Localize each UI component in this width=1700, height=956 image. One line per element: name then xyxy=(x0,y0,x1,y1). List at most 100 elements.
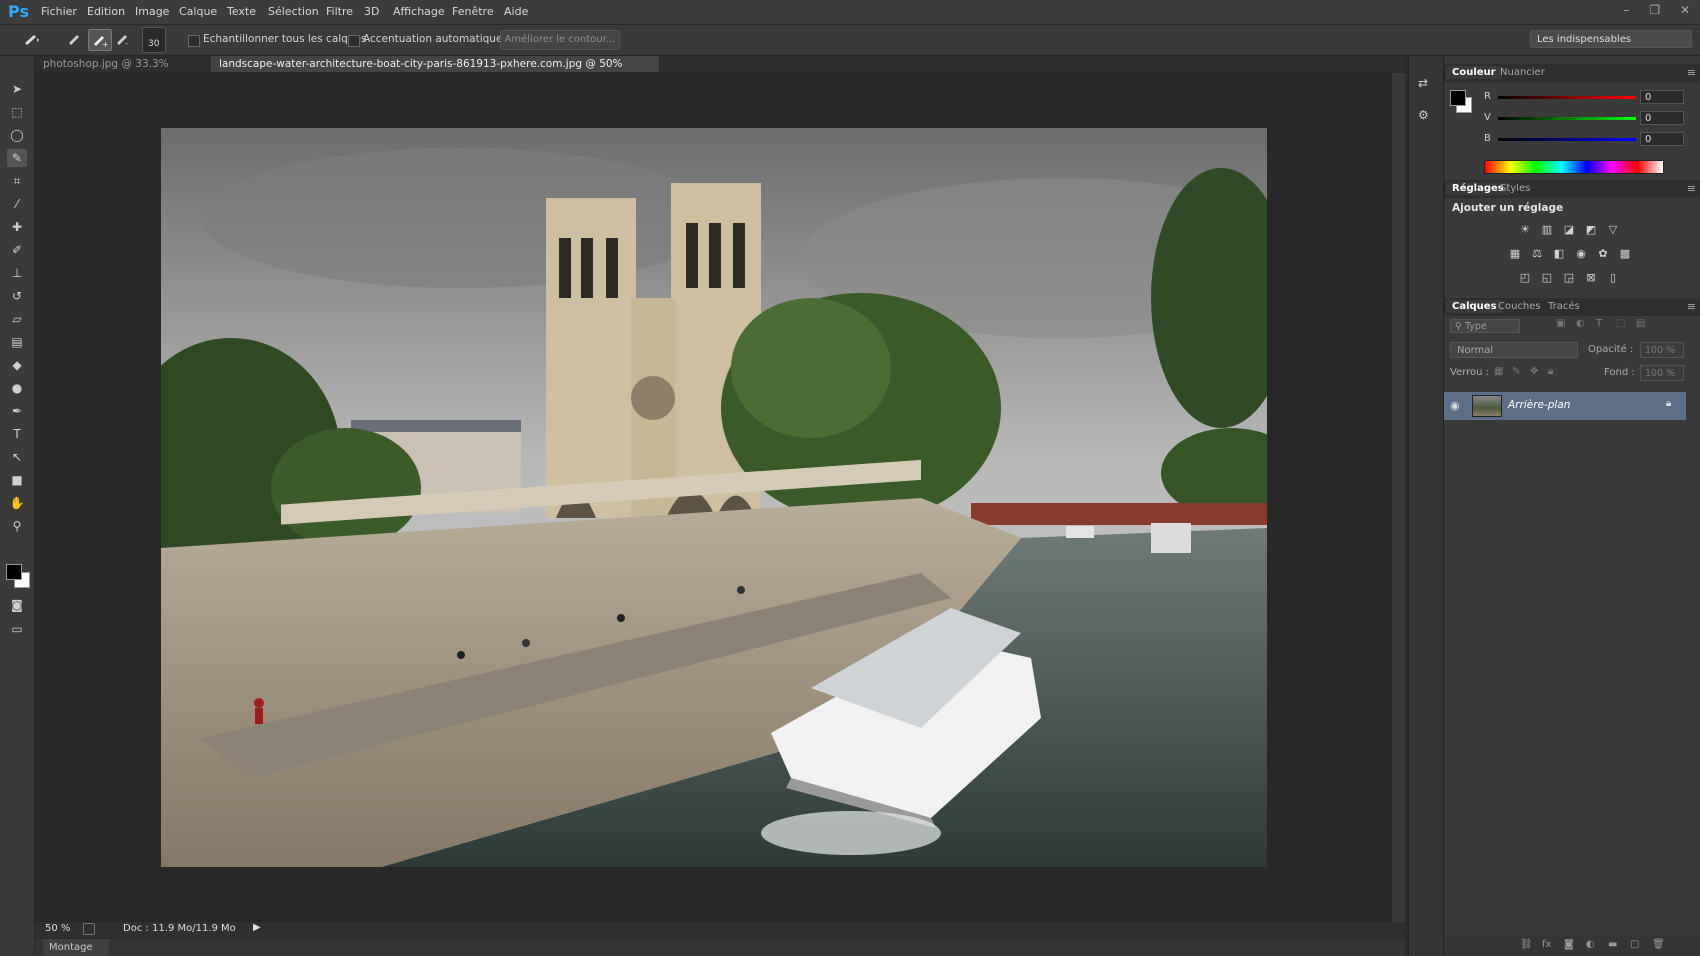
filter-pixel-icon[interactable]: ▣ xyxy=(1556,318,1565,329)
close-button[interactable]: ✕ xyxy=(1680,3,1690,17)
auto-enhance-checkbox[interactable] xyxy=(348,35,360,47)
add-selection-mode[interactable]: + xyxy=(88,29,112,51)
channel-v-slider[interactable] xyxy=(1498,117,1636,120)
link-layers-icon[interactable]: ⛓ xyxy=(1520,939,1533,950)
status-menu-arrow-icon[interactable]: ▶ xyxy=(253,922,261,933)
panel-menu-icon[interactable]: ≡ xyxy=(1687,300,1696,313)
menu-filtre[interactable]: Filtre xyxy=(326,5,353,18)
clone-stamp-tool-icon[interactable]: ⊥ xyxy=(7,264,27,282)
eye-visibility-icon[interactable]: ◉ xyxy=(1450,399,1460,412)
foreground-color-swatch-top[interactable] xyxy=(6,564,22,580)
photo-filter-icon[interactable]: ◉ xyxy=(1574,248,1588,260)
gradient-tool-icon[interactable]: ▤ xyxy=(7,333,27,351)
threshold-icon[interactable]: ◲ xyxy=(1562,272,1576,284)
fg-color-swatch-top[interactable] xyxy=(1450,90,1466,106)
fill-input[interactable]: 100 % xyxy=(1640,365,1684,381)
sample-all-layers-checkbox[interactable] xyxy=(188,35,200,47)
marquee-tool-icon[interactable]: ⬚ xyxy=(7,103,27,121)
hand-tool-icon[interactable]: ✋ xyxy=(7,494,27,512)
crop-tool-icon[interactable]: ⌗ xyxy=(7,172,27,190)
tab-photoshop-jpg[interactable]: photoshop.jpg @ 33.3% (RVB/8) × xyxy=(35,56,219,86)
channel-r-slider[interactable] xyxy=(1498,96,1636,99)
menu-affichage[interactable]: Affichage xyxy=(393,5,445,18)
channel-b-slider[interactable] xyxy=(1498,138,1636,141)
fx-icon[interactable]: fx xyxy=(1542,939,1551,950)
filter-adjust-icon[interactable]: ◐ xyxy=(1576,318,1585,329)
new-layer-icon[interactable]: ▢ xyxy=(1630,939,1639,950)
screen-mode-icon[interactable]: ▭ xyxy=(7,620,27,638)
color-spectrum-bar[interactable] xyxy=(1484,160,1664,174)
filter-type-icon[interactable]: T xyxy=(1596,318,1602,329)
posterize-icon[interactable]: ◱ xyxy=(1540,272,1554,284)
black-white-icon[interactable]: ◧ xyxy=(1552,248,1566,260)
brush-size-picker[interactable]: 30 xyxy=(142,27,166,53)
doc-info-icon[interactable] xyxy=(83,923,95,935)
history-brush-tool-icon[interactable]: ↺ xyxy=(7,287,27,305)
filter-smart-icon[interactable]: ▤ xyxy=(1636,318,1645,329)
add-mask-icon[interactable]: ◙ xyxy=(1564,939,1574,950)
channel-v-input[interactable]: 0 xyxy=(1640,111,1684,125)
quick-mask-icon[interactable]: ◙ xyxy=(7,596,27,614)
menu-fenetre[interactable]: Fenêtre xyxy=(452,5,494,18)
properties-panel-icon[interactable]: ⚙ xyxy=(1418,108,1429,122)
blend-mode-select[interactable]: Normal xyxy=(1450,342,1578,358)
eyedropper-tool-icon[interactable]: ⁄ xyxy=(7,195,27,213)
new-adjustment-icon[interactable]: ◐ xyxy=(1586,939,1595,950)
brush-tool-icon[interactable]: ✐ xyxy=(7,241,27,259)
selective-color-icon[interactable]: ⊠ xyxy=(1584,272,1598,284)
new-selection-mode[interactable] xyxy=(64,29,86,49)
invert-icon[interactable]: ◰ xyxy=(1518,272,1532,284)
levels-icon[interactable]: ▥ xyxy=(1540,224,1554,236)
new-group-icon[interactable]: ▬ xyxy=(1608,939,1617,950)
montage-tab[interactable]: Montage xyxy=(43,939,109,956)
tool-preset-picker[interactable] xyxy=(20,29,42,49)
type-tool-icon[interactable]: T xyxy=(7,425,27,443)
curves-icon[interactable]: ◪ xyxy=(1562,224,1576,236)
menu-texte[interactable]: Texte xyxy=(227,5,256,18)
vibrance-icon[interactable]: ▽ xyxy=(1606,224,1620,236)
panel-menu-icon[interactable]: ≡ xyxy=(1687,182,1696,195)
gradient-map-icon[interactable]: ▯ xyxy=(1606,272,1620,284)
workspace-select[interactable]: Les indispensables xyxy=(1530,30,1692,48)
layer-row-background[interactable]: ◉ Arrière-plan 🔒︎ xyxy=(1444,392,1686,420)
tab-couches[interactable]: Couches xyxy=(1492,300,1547,313)
zoom-level[interactable]: 50 % xyxy=(45,923,70,934)
history-panel-icon[interactable]: ⇄ xyxy=(1418,76,1428,90)
opacity-input[interactable]: 100 % xyxy=(1640,342,1684,358)
vertical-scrollbar[interactable] xyxy=(1392,73,1405,927)
zoom-tool-icon[interactable]: ⚲ xyxy=(7,517,27,535)
filter-shape-icon[interactable]: ⬚ xyxy=(1616,318,1625,329)
color-lookup-icon[interactable]: ▩ xyxy=(1618,248,1632,260)
menu-3d[interactable]: 3D xyxy=(364,5,379,18)
color-balance-icon[interactable]: ⚖ xyxy=(1530,248,1544,260)
move-tool-icon[interactable]: ➤ xyxy=(7,80,27,98)
menu-fichier[interactable]: Fichier xyxy=(41,5,77,18)
pen-tool-icon[interactable]: ✒ xyxy=(7,402,27,420)
restore-button[interactable]: ❐ xyxy=(1649,3,1660,17)
menu-image[interactable]: Image xyxy=(135,5,169,18)
panel-menu-icon[interactable]: ≡ xyxy=(1687,66,1696,79)
menu-aide[interactable]: Aide xyxy=(504,5,528,18)
lock-all-icon[interactable]: 🔒︎ xyxy=(1548,366,1553,377)
channel-b-input[interactable]: 0 xyxy=(1640,132,1684,146)
blur-tool-icon[interactable]: ◆ xyxy=(7,356,27,374)
minimize-button[interactable]: – xyxy=(1624,3,1630,17)
rectangle-tool-icon[interactable]: ■ xyxy=(7,471,27,489)
layer-filter-select[interactable]: ⚲ Type xyxy=(1450,319,1520,333)
menu-calque[interactable]: Calque xyxy=(179,5,217,18)
dodge-tool-icon[interactable]: ● xyxy=(7,379,27,397)
lock-position-icon[interactable]: ✥ xyxy=(1530,366,1538,377)
channel-mixer-icon[interactable]: ✿ xyxy=(1596,248,1610,260)
tab-nuancier[interactable]: Nuancier xyxy=(1494,66,1551,79)
exposure-icon[interactable]: ◩ xyxy=(1584,224,1598,236)
brightness-icon[interactable]: ☀ xyxy=(1518,224,1532,236)
tab-landscape-jpg[interactable]: landscape-water-architecture-boat-city-p… xyxy=(211,56,659,86)
channel-r-input[interactable]: 0 xyxy=(1640,90,1684,104)
lasso-tool-icon[interactable]: ◯ xyxy=(7,126,27,144)
menu-selection[interactable]: Sélection xyxy=(268,5,319,18)
subtract-selection-mode[interactable]: - xyxy=(112,29,134,49)
lock-pixels-icon[interactable]: ✎ xyxy=(1512,366,1520,377)
delete-layer-icon[interactable]: 🗑︎ xyxy=(1652,939,1665,950)
document-image[interactable] xyxy=(161,128,1267,867)
refine-edge-button[interactable]: Améliorer le contour... xyxy=(500,30,620,50)
